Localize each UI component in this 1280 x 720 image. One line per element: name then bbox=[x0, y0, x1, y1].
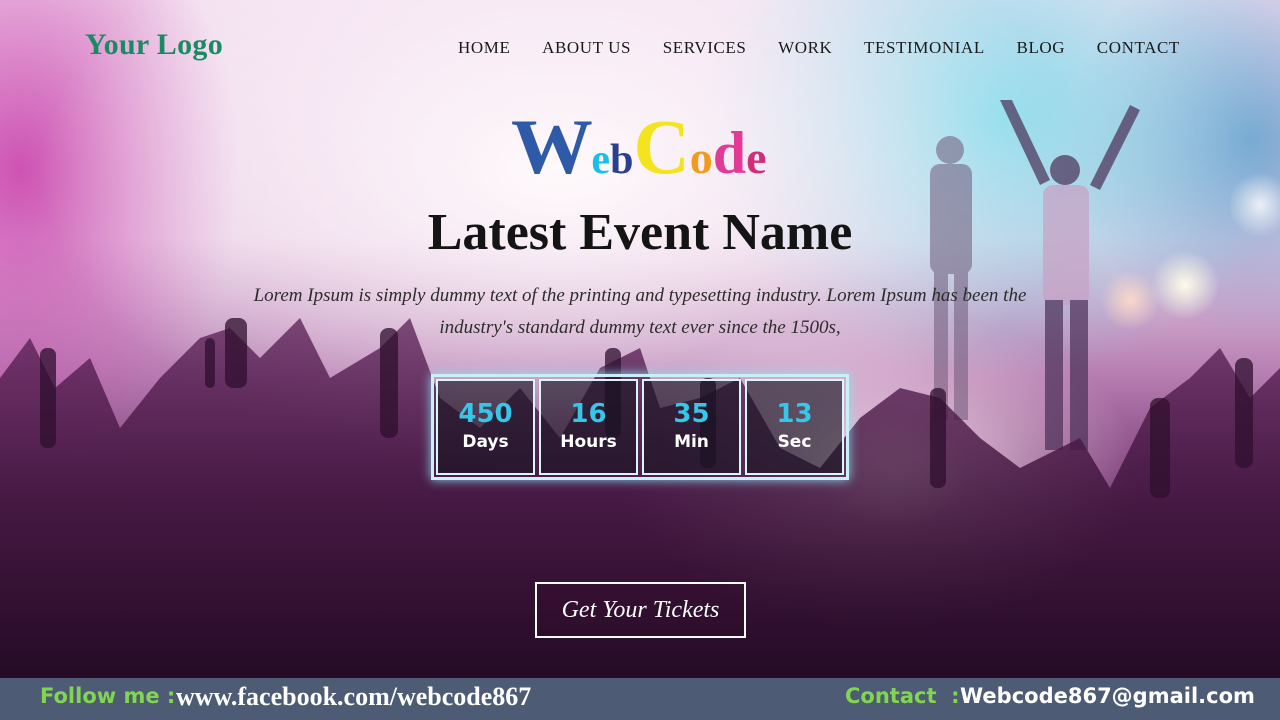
site-logo[interactable]: Your Logo bbox=[85, 28, 223, 62]
nav-contact[interactable]: CONTACT bbox=[1097, 38, 1180, 58]
countdown-unit: Days bbox=[462, 432, 509, 452]
follow-label: Follow me : bbox=[40, 684, 176, 708]
event-description: Lorem Ipsum is simply dummy text of the … bbox=[253, 285, 1027, 338]
get-tickets-button[interactable]: Get Your Tickets bbox=[535, 582, 746, 638]
countdown-hours: 16 Hours bbox=[539, 379, 638, 475]
countdown-value: 13 bbox=[776, 399, 813, 429]
countdown-timer: 450 Days 16 Hours 35 Min 13 Sec bbox=[431, 374, 849, 480]
webcode-brand-logo: WebCode bbox=[511, 103, 767, 190]
countdown-days: 450 Days bbox=[436, 379, 535, 475]
main-nav: HOME ABOUT US SERVICES WORK TESTIMONIAL … bbox=[458, 38, 1180, 58]
countdown-seconds: 13 Sec bbox=[745, 379, 844, 475]
countdown-value: 16 bbox=[570, 399, 607, 429]
footer-banner: Follow me : www.facebook.com/webcode867 … bbox=[0, 678, 1280, 720]
facebook-link[interactable]: www.facebook.com/webcode867 bbox=[176, 682, 531, 712]
countdown-unit: Min bbox=[674, 432, 709, 452]
contact-label: Contact : bbox=[845, 684, 960, 708]
countdown-unit: Sec bbox=[777, 432, 812, 452]
nav-home[interactable]: HOME bbox=[458, 38, 510, 58]
countdown-unit: Hours bbox=[560, 432, 617, 452]
event-title: Latest Event Name bbox=[427, 204, 853, 261]
nav-testimonial[interactable]: TESTIMONIAL bbox=[864, 38, 985, 58]
email-link[interactable]: Webcode867@gmail.com bbox=[960, 684, 1255, 708]
countdown-value: 35 bbox=[673, 399, 710, 429]
countdown-value: 450 bbox=[458, 399, 513, 429]
nav-about-us[interactable]: ABOUT US bbox=[542, 38, 631, 58]
nav-work[interactable]: WORK bbox=[778, 38, 832, 58]
nav-blog[interactable]: BLOG bbox=[1017, 38, 1066, 58]
countdown-minutes: 35 Min bbox=[642, 379, 741, 475]
nav-services[interactable]: SERVICES bbox=[663, 38, 747, 58]
